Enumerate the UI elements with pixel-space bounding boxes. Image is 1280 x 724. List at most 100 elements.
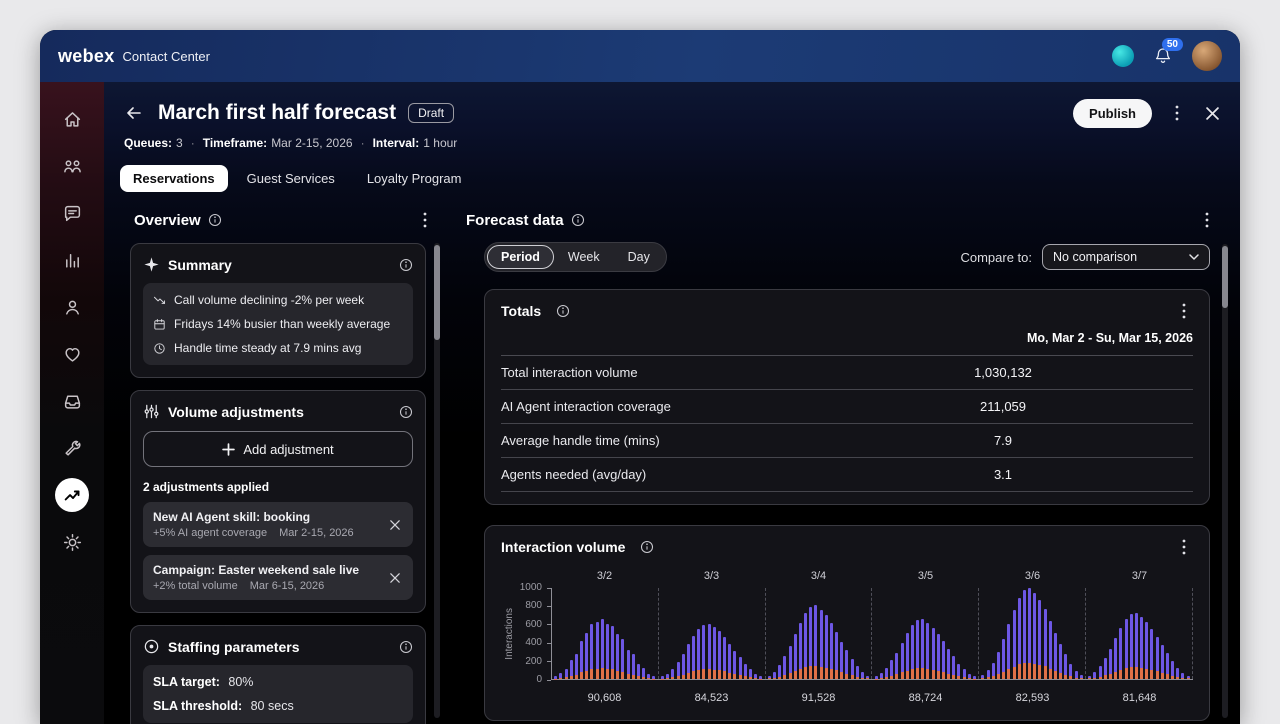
- volume-bar: [840, 642, 843, 679]
- volume-bar: [778, 665, 781, 679]
- info-icon[interactable]: [556, 304, 570, 318]
- tab-loyalty-program[interactable]: Loyalty Program: [354, 165, 475, 192]
- volume-bar: [687, 644, 690, 679]
- sla-threshold-label: SLA threshold:: [153, 699, 242, 713]
- info-icon[interactable]: [208, 213, 222, 227]
- webex-app-icon[interactable]: [1112, 45, 1134, 67]
- publish-button[interactable]: Publish: [1073, 99, 1152, 128]
- volume-bar: [916, 620, 919, 679]
- adjustment-item: New AI Agent skill: booking +5% AI agent…: [143, 502, 413, 547]
- overview-scrollbar-thumb[interactable]: [434, 245, 440, 340]
- sidebar-item-agents[interactable]: [55, 290, 89, 324]
- forecast-scrollbar-track[interactable]: [1222, 244, 1228, 718]
- queues-label: Queues:: [124, 136, 172, 150]
- volume-bar: [642, 668, 645, 679]
- info-icon[interactable]: [399, 405, 413, 419]
- volume-bar: [921, 619, 924, 679]
- volume-bar: [1176, 668, 1179, 679]
- product-name: Contact Center: [123, 49, 210, 64]
- user-avatar[interactable]: [1192, 41, 1222, 71]
- volume-bar: [652, 676, 655, 679]
- volume-bar: [1075, 671, 1078, 679]
- volume-bar: [890, 660, 893, 679]
- sidebar-item-tools[interactable]: [55, 431, 89, 465]
- sidebar-item-analytics[interactable]: [55, 243, 89, 277]
- view-option-period[interactable]: Period: [487, 245, 554, 269]
- remove-adjustment-button[interactable]: [387, 570, 403, 586]
- view-option-day[interactable]: Day: [614, 245, 664, 269]
- tab-guest-services[interactable]: Guest Services: [234, 165, 348, 192]
- kebab-icon: [1175, 105, 1179, 121]
- gear-icon: [63, 533, 82, 552]
- volume-bar: [880, 673, 883, 679]
- volume-bar: [749, 669, 752, 679]
- remove-adjustment-button[interactable]: [387, 517, 403, 533]
- volume-bar: [1018, 598, 1021, 679]
- volume-bar: [895, 653, 898, 679]
- volume-bar: [637, 664, 640, 679]
- sidebar-item-engagement[interactable]: [55, 337, 89, 371]
- compare-to-label: Compare to:: [960, 250, 1032, 265]
- back-button[interactable]: [120, 99, 148, 127]
- info-icon[interactable]: [399, 640, 413, 654]
- overview-overflow-menu[interactable]: [416, 211, 434, 229]
- summary-insight-text: Fridays 14% busier than weekly average: [174, 317, 390, 331]
- chart-plot: [551, 588, 1193, 680]
- staffing-parameters-title: Staffing parameters: [168, 639, 299, 655]
- tab-reservations[interactable]: Reservations: [120, 165, 228, 192]
- volume-bar: [1093, 672, 1096, 679]
- trending-up-icon: [63, 486, 82, 505]
- comparison-select[interactable]: No comparison: [1042, 244, 1210, 270]
- kebab-icon: [1182, 303, 1186, 319]
- header-overflow-menu[interactable]: [1168, 104, 1186, 122]
- volume-bar: [1166, 653, 1169, 679]
- volume-bar: [692, 636, 695, 679]
- volume-bar: [997, 652, 1000, 679]
- kebab-icon: [1182, 539, 1186, 555]
- close-forecast-button[interactable]: [1202, 103, 1222, 123]
- info-icon[interactable]: [640, 540, 654, 554]
- volume-bar: [768, 676, 771, 679]
- sidebar-item-inbox[interactable]: [55, 384, 89, 418]
- volume-bar: [942, 641, 945, 679]
- totals-period-header: Mo, Mar 2 - Su, Mar 15, 2026: [501, 320, 1193, 356]
- staffing-parameters-card: Staffing parameters SLA target: 80%: [130, 625, 426, 724]
- volume-bar: [1104, 658, 1107, 679]
- volume-bar: [682, 654, 685, 679]
- forecast-scrollbar-thumb[interactable]: [1222, 246, 1228, 308]
- notifications-button[interactable]: 50: [1154, 47, 1172, 65]
- chart-day-totals: 90,60884,52391,52888,72482,59381,648: [551, 680, 1193, 704]
- overview-scrollbar-track[interactable]: [434, 243, 440, 718]
- info-icon[interactable]: [399, 258, 413, 272]
- volume-bar: [901, 643, 904, 679]
- volume-bar: [1150, 629, 1153, 680]
- heart-icon: [63, 345, 82, 364]
- volume-bar: [875, 676, 878, 679]
- volume-bar: [783, 656, 786, 679]
- volume-bar: [677, 662, 680, 679]
- volume-bar: [1156, 637, 1159, 679]
- volume-bar: [1054, 633, 1057, 679]
- chart-y-axis: 02004006008001000: [517, 588, 551, 680]
- volume-bar: [575, 654, 578, 679]
- summary-card: Summary Call volume declining -2% per we…: [130, 243, 426, 378]
- sidebar-item-settings[interactable]: [55, 525, 89, 559]
- volume-bar: [596, 622, 599, 679]
- sidebar-item-interactions[interactable]: [55, 196, 89, 230]
- sidebar-item-teams[interactable]: [55, 149, 89, 183]
- sidebar-item-home[interactable]: [55, 102, 89, 136]
- volume-adjustments-card: Volume adjustments Add adjustment 2 adju…: [130, 390, 426, 613]
- view-option-week[interactable]: Week: [554, 245, 614, 269]
- adjustment-title: Campaign: Easter weekend sale live: [153, 563, 379, 577]
- chart-overflow-menu[interactable]: [1175, 538, 1193, 556]
- totals-card: Totals Mo, Mar 2 - Su, Mar 15, 2026: [484, 289, 1210, 505]
- info-icon[interactable]: [571, 213, 585, 227]
- sidebar-item-forecasting[interactable]: [55, 478, 89, 512]
- adjustment-dates: Mar 6-15, 2026: [250, 580, 325, 592]
- totals-overflow-menu[interactable]: [1175, 302, 1193, 320]
- volume-bar: [1171, 661, 1174, 679]
- forecast-overflow-menu[interactable]: [1198, 211, 1216, 229]
- volume-bar: [728, 644, 731, 679]
- volume-bar: [856, 666, 859, 679]
- add-adjustment-button[interactable]: Add adjustment: [143, 431, 413, 467]
